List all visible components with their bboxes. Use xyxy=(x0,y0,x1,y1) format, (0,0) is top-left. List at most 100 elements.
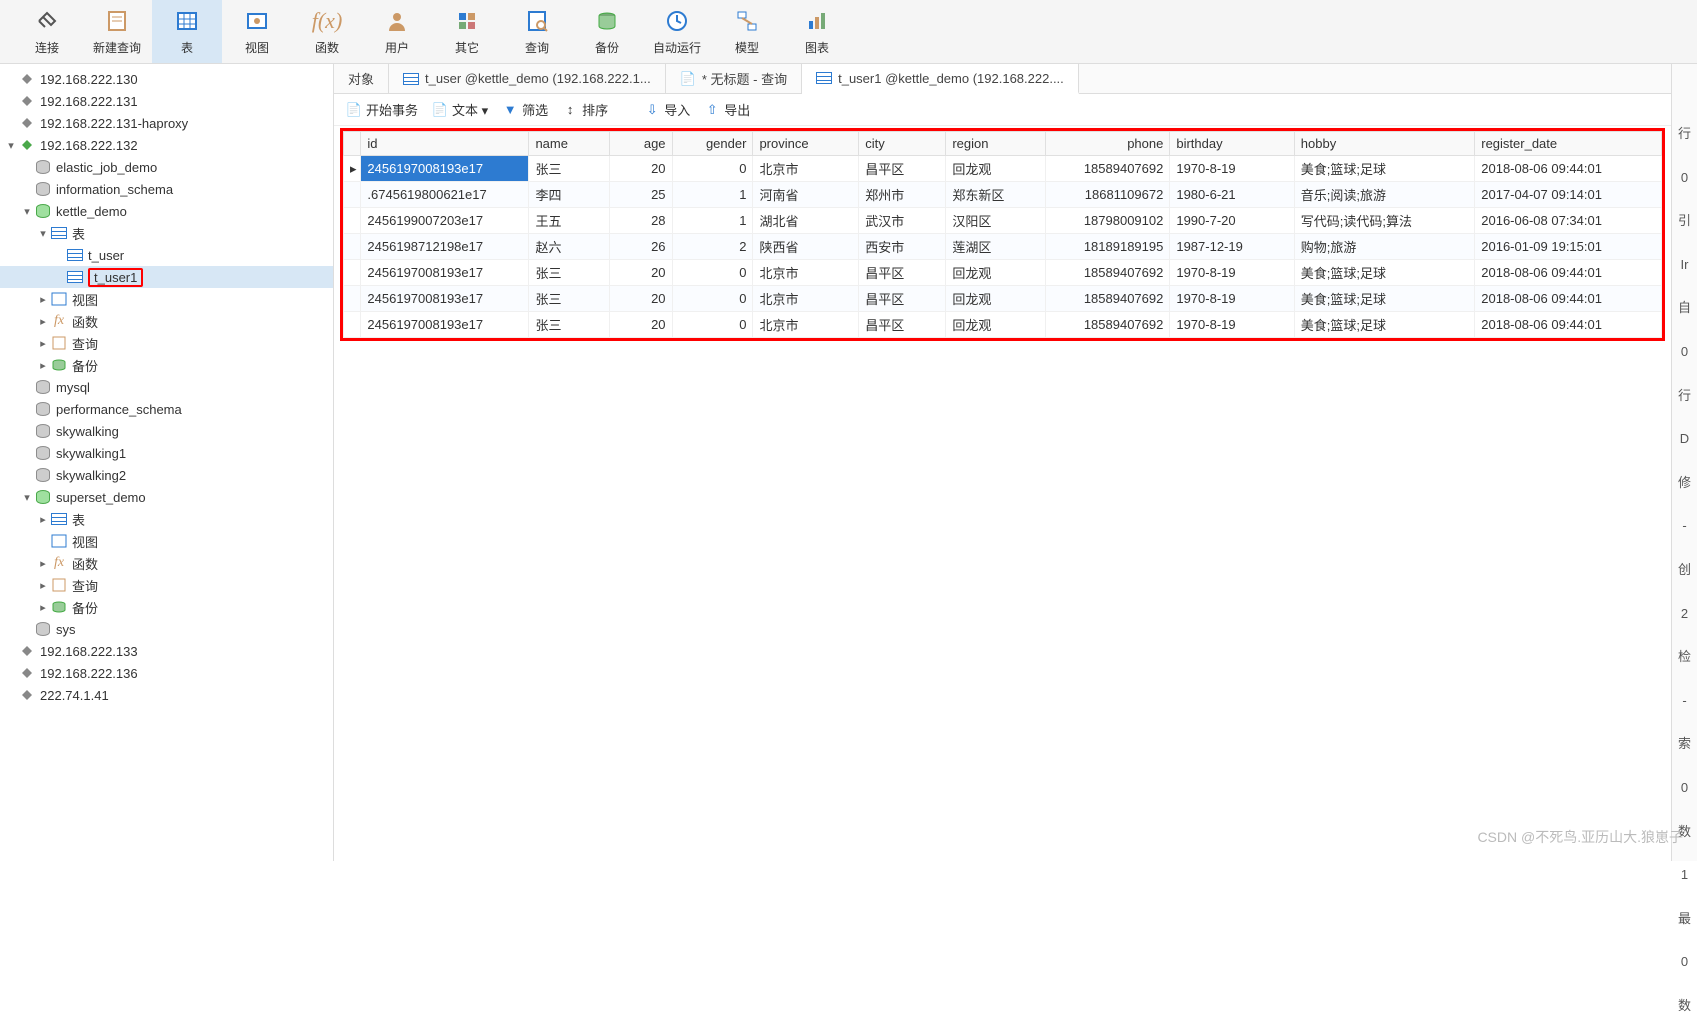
cell[interactable]: 2456198712198e17 xyxy=(361,234,529,260)
toolbar-user-button[interactable]: 用户 xyxy=(362,0,432,63)
cell[interactable]: 汉阳区 xyxy=(946,208,1046,234)
expand-toggle-icon[interactable]: ▾ xyxy=(36,227,50,240)
cell[interactable]: 18798009102 xyxy=(1045,208,1169,234)
cell[interactable]: 2456197008193e17 xyxy=(361,312,529,338)
cell[interactable]: 18589407692 xyxy=(1045,286,1169,312)
tree-item[interactable]: sys xyxy=(0,618,333,640)
cell[interactable]: 1980-6-21 xyxy=(1170,182,1294,208)
tree-item[interactable]: ▸fx函数 xyxy=(0,310,333,332)
expand-toggle-icon[interactable]: ▸ xyxy=(36,557,50,570)
column-header[interactable]: age xyxy=(610,132,672,156)
cell[interactable]: 回龙观 xyxy=(946,260,1046,286)
table-row[interactable]: 2456197008193e17张三200北京市昌平区回龙观1858940769… xyxy=(344,260,1662,286)
expand-toggle-icon[interactable]: ▾ xyxy=(20,205,34,218)
cell[interactable]: 张三 xyxy=(529,286,610,312)
tree-item[interactable]: ▾表 xyxy=(0,222,333,244)
cell[interactable]: 2017-04-07 09:14:01 xyxy=(1475,182,1662,208)
begin-transaction-button[interactable]: 📄开始事务 xyxy=(346,100,418,119)
tree-item[interactable]: skywalking xyxy=(0,420,333,442)
cell[interactable]: 北京市 xyxy=(753,260,859,286)
cell[interactable]: 1970-8-19 xyxy=(1170,312,1294,338)
cell[interactable]: 20 xyxy=(610,260,672,286)
tree-item[interactable]: ▸备份 xyxy=(0,354,333,376)
cell[interactable]: 张三 xyxy=(529,312,610,338)
cell[interactable]: 1970-8-19 xyxy=(1170,260,1294,286)
cell[interactable]: 昌平区 xyxy=(859,286,946,312)
column-header[interactable]: phone xyxy=(1045,132,1169,156)
table-row[interactable]: 2456198712198e17赵六262陕西省西安市莲湖区1818918919… xyxy=(344,234,1662,260)
tree-item[interactable]: ▾kettle_demo xyxy=(0,200,333,222)
cell[interactable]: 18189189195 xyxy=(1045,234,1169,260)
cell[interactable]: 0 xyxy=(672,312,753,338)
cell[interactable]: 音乐;阅读;旅游 xyxy=(1294,182,1474,208)
cell[interactable]: 2016-01-09 19:15:01 xyxy=(1475,234,1662,260)
connection-tree[interactable]: 192.168.222.130192.168.222.131192.168.22… xyxy=(0,64,334,861)
tree-item[interactable]: ▾superset_demo xyxy=(0,486,333,508)
cell[interactable]: 赵六 xyxy=(529,234,610,260)
expand-toggle-icon[interactable]: ▸ xyxy=(36,315,50,328)
toolbar-sheet-button[interactable]: 新建查询 xyxy=(82,0,152,63)
cell[interactable]: 2018-08-06 09:44:01 xyxy=(1475,312,1662,338)
column-header[interactable]: hobby xyxy=(1294,132,1474,156)
tree-item[interactable]: 192.168.222.131-haproxy xyxy=(0,112,333,134)
table-row[interactable]: 2456197008193e17张三200北京市昌平区回龙观1858940769… xyxy=(344,312,1662,338)
cell[interactable]: 0 xyxy=(672,260,753,286)
tree-item[interactable]: ▸备份 xyxy=(0,596,333,618)
cell[interactable]: 18589407692 xyxy=(1045,260,1169,286)
table-row[interactable]: 2456199007203e17王五281湖北省武汉市汉阳区1879800910… xyxy=(344,208,1662,234)
cell[interactable]: 2018-08-06 09:44:01 xyxy=(1475,156,1662,182)
data-grid[interactable]: idnameagegenderprovincecityregionphonebi… xyxy=(340,128,1665,341)
export-button[interactable]: ⇧导出 xyxy=(704,100,750,119)
tree-item[interactable]: ▸视图 xyxy=(0,288,333,310)
text-mode-button[interactable]: 📄文本 ▾ xyxy=(432,100,488,119)
cell[interactable]: 2456199007203e17 xyxy=(361,208,529,234)
cell[interactable]: 1 xyxy=(672,182,753,208)
cell[interactable]: 北京市 xyxy=(753,312,859,338)
cell[interactable]: 购物;旅游 xyxy=(1294,234,1474,260)
sort-button[interactable]: ↕排序 xyxy=(562,100,608,119)
cell[interactable]: 王五 xyxy=(529,208,610,234)
tree-item[interactable]: 192.168.222.131 xyxy=(0,90,333,112)
cell[interactable]: 20 xyxy=(610,286,672,312)
cell[interactable]: 0 xyxy=(672,286,753,312)
expand-toggle-icon[interactable]: ▸ xyxy=(36,513,50,526)
tree-item[interactable]: ▸查询 xyxy=(0,574,333,596)
cell[interactable]: 郑东新区 xyxy=(946,182,1046,208)
filter-button[interactable]: ▼筛选 xyxy=(502,100,548,119)
document-tab[interactable]: 📄* 无标题 - 查询 xyxy=(666,64,802,93)
document-tab[interactable]: t_user @kettle_demo (192.168.222.1... xyxy=(389,64,666,93)
tree-item[interactable]: mysql xyxy=(0,376,333,398)
expand-toggle-icon[interactable]: ▸ xyxy=(36,337,50,350)
tree-item[interactable]: ▸查询 xyxy=(0,332,333,354)
cell[interactable]: 20 xyxy=(610,156,672,182)
tree-item[interactable]: ▸表 xyxy=(0,508,333,530)
cell[interactable]: 张三 xyxy=(529,156,610,182)
expand-toggle-icon[interactable]: ▾ xyxy=(4,139,18,152)
expand-toggle-icon[interactable]: ▸ xyxy=(36,293,50,306)
cell[interactable]: 2018-08-06 09:44:01 xyxy=(1475,286,1662,312)
column-header[interactable]: region xyxy=(946,132,1046,156)
cell[interactable]: 写代码;读代码;算法 xyxy=(1294,208,1474,234)
tree-item[interactable]: ▸fx函数 xyxy=(0,552,333,574)
cell[interactable]: 20 xyxy=(610,312,672,338)
expand-toggle-icon[interactable]: ▸ xyxy=(36,601,50,614)
cell[interactable]: 2456197008193e17 xyxy=(361,156,529,182)
cell[interactable]: 河南省 xyxy=(753,182,859,208)
cell[interactable]: 18681109672 xyxy=(1045,182,1169,208)
cell[interactable]: 陕西省 xyxy=(753,234,859,260)
toolbar-chart-button[interactable]: 图表 xyxy=(782,0,852,63)
column-header[interactable]: register_date xyxy=(1475,132,1662,156)
cell[interactable]: 1970-8-19 xyxy=(1170,286,1294,312)
import-button[interactable]: ⇩导入 xyxy=(644,100,690,119)
cell[interactable]: 1 xyxy=(672,208,753,234)
cell[interactable]: 28 xyxy=(610,208,672,234)
cell[interactable]: 北京市 xyxy=(753,286,859,312)
toolbar-table-button[interactable]: 表 xyxy=(152,0,222,63)
tree-item[interactable]: 视图 xyxy=(0,530,333,552)
cell[interactable]: 美食;篮球;足球 xyxy=(1294,312,1474,338)
expand-toggle-icon[interactable]: ▸ xyxy=(36,579,50,592)
tree-item[interactable]: elastic_job_demo xyxy=(0,156,333,178)
cell[interactable]: 2016-06-08 07:34:01 xyxy=(1475,208,1662,234)
cell[interactable]: 郑州市 xyxy=(859,182,946,208)
tree-item[interactable]: 192.168.222.133 xyxy=(0,640,333,662)
